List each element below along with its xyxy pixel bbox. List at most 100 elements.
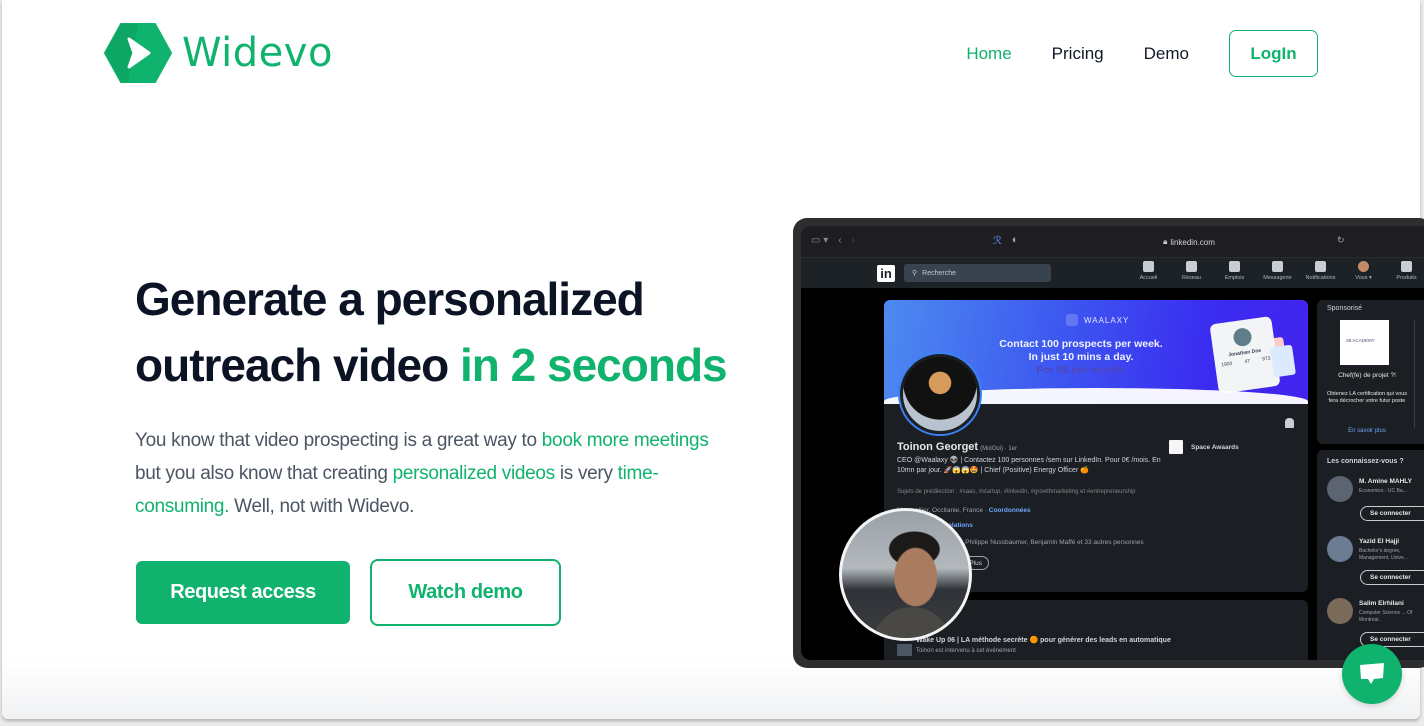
video-person	[872, 607, 952, 638]
main-nav: Home Pricing Demo LogIn	[966, 30, 1318, 77]
logo[interactable]: Widevo	[104, 22, 333, 84]
sponsored-title: Sponsorisé	[1327, 305, 1363, 312]
person-name: Salim Elrhilani	[1359, 600, 1404, 607]
home-icon	[1143, 261, 1154, 272]
li-nav-label: Produits	[1396, 275, 1417, 281]
activity-title: Wake Up 06 | LA méthode secrète 🟠 pour g…	[916, 637, 1171, 644]
li-nav-notifications: Notifications	[1299, 261, 1342, 281]
divider	[1414, 320, 1415, 428]
li-nav-products: Produits	[1385, 261, 1424, 281]
li-nav-me: Vous ▾	[1342, 261, 1385, 281]
search-placeholder: Recherche	[922, 269, 956, 277]
address-bar: 🔒︎ linkedin.com	[1031, 232, 1347, 252]
banner-stat: 973	[1261, 355, 1271, 363]
banner-profile-card: Jonathan Doe 1900 47 973	[1209, 316, 1281, 394]
organization-name: Space Awaards	[1191, 443, 1239, 451]
hero-description: You know that video prospecting is a gre…	[135, 424, 735, 523]
li-nav-label: Notifications	[1305, 275, 1336, 281]
desc-text: Well, not with Widevo.	[229, 496, 415, 517]
banner-avatar	[1232, 327, 1253, 348]
person-name: Yazid El Hajji	[1359, 538, 1400, 545]
hero-title-accent: in 2 seconds	[459, 339, 728, 391]
person-avatar	[1327, 476, 1353, 502]
connect-button: Se connecter	[1360, 506, 1424, 521]
extension-icon: ℛ	[993, 235, 1002, 247]
activity-subtitle: Toinon est intervenu à cet événement	[916, 648, 1016, 654]
url-text: linkedin.com	[1170, 237, 1215, 247]
profile-avatar	[900, 354, 980, 434]
profile-name-text: Toinon Georget	[897, 441, 979, 453]
watch-demo-button[interactable]: Watch demo	[370, 559, 561, 626]
banner-decoration	[1270, 344, 1296, 378]
connect-button: Se connecter	[1360, 570, 1424, 585]
contact-info-link: Coordonnées	[988, 507, 1031, 514]
li-nav-jobs: Emplois	[1213, 261, 1256, 281]
li-nav-network: Réseau	[1170, 261, 1213, 281]
chat-icon	[1360, 663, 1384, 684]
profile-headline: CEO @Waalaxy 👽 | Contactez 100 personnes…	[897, 457, 1161, 474]
desc-highlight-personalized-videos: personalized videos	[392, 463, 556, 484]
li-nav-label: Réseau	[1182, 275, 1201, 281]
li-nav-label: Vous ▾	[1355, 275, 1372, 281]
login-button[interactable]: LogIn	[1229, 30, 1318, 77]
person-avatar	[1327, 536, 1353, 562]
lock-icon: 🔒︎	[1163, 237, 1168, 246]
sponsored-ad-image: 2B ACADEMY	[1340, 320, 1389, 365]
li-nav-label: Emplois	[1224, 275, 1245, 281]
sidebar-toggle-icon: ▭ ▾	[811, 235, 829, 246]
bell-icon	[1315, 261, 1326, 272]
hero-title-line2: outreach video	[135, 339, 460, 391]
profile-organization: Space Awaards	[1169, 440, 1239, 454]
brand-name: Widevo	[182, 30, 333, 76]
banner-brand: WAALAXY	[1066, 314, 1129, 326]
person-desc: Bachelor's degree, Management, Unive...	[1359, 548, 1408, 561]
person-desc: Economics - UC Ba...	[1359, 488, 1407, 494]
li-nav-label: Messagerie	[1263, 275, 1292, 281]
banner-stat: 1900	[1220, 360, 1233, 369]
sponsored-headline: Chef(fe) de projet ?!	[1338, 372, 1396, 379]
ad-brand: 2B ACADEMY	[1346, 338, 1375, 343]
video-bubble	[839, 508, 972, 641]
grid-icon	[1401, 261, 1412, 272]
organization-logo	[1169, 440, 1183, 454]
request-access-button[interactable]: Request access	[136, 561, 350, 624]
linkedin-search: ⚲ Recherche	[904, 264, 1051, 282]
nav-home[interactable]: Home	[966, 44, 1011, 64]
person-desc: Computer Science ... Of Montreal.	[1359, 610, 1413, 623]
avatar-icon	[1358, 261, 1369, 272]
hero-title: Generate a personalized outreach video i…	[135, 266, 775, 398]
banner-stat: 47	[1244, 358, 1251, 366]
sponsored-desc: Obtenez LA certification qui vous fera d…	[1326, 391, 1408, 404]
hero-title-line1: Generate a personalized	[135, 273, 645, 325]
chat-widget-button[interactable]	[1342, 644, 1402, 704]
alien-icon	[1066, 314, 1078, 326]
briefcase-icon	[1229, 261, 1240, 272]
nav-pricing[interactable]: Pricing	[1052, 44, 1104, 64]
linkedin-logo: in	[877, 265, 895, 282]
banner-brand-text: WAALAXY	[1084, 315, 1130, 325]
bottom-fade	[2, 659, 1420, 719]
event-thumbnail	[897, 644, 912, 656]
desc-highlight-book-meetings: book more meetings	[541, 430, 709, 451]
sponsored-link: En savoir plus	[1348, 428, 1386, 434]
bell-icon	[1285, 418, 1294, 428]
logo-mark-icon	[104, 23, 172, 83]
li-nav-messaging: Messagerie	[1256, 261, 1299, 281]
li-nav-home: Accueil	[1127, 261, 1170, 281]
forward-icon: ›	[851, 235, 855, 246]
message-icon	[1272, 261, 1283, 272]
profile-topics: Sujets de prédilection : #saas, #startup…	[897, 489, 1136, 495]
sponsored-card: Sponsorisé 2B ACADEMY Chef(fe) de projet…	[1317, 300, 1424, 444]
li-nav-label: Accueil	[1139, 275, 1158, 281]
person-name: M. Amine MAHLY	[1359, 478, 1412, 485]
profile-meta: (MoiOui) · 1er	[980, 446, 1018, 452]
profile-name: Toinon Georget (MoiOui) · 1er	[897, 441, 1017, 453]
nav-demo[interactable]: Demo	[1144, 44, 1189, 64]
browser-toolbar: ▭ ▾ ‹ › ℛ ◐ 🔒︎ linkedin.com ↻	[801, 226, 1424, 258]
desc-text: is very	[554, 463, 618, 484]
pymk-title: Les connaissez-vous ?	[1327, 458, 1404, 465]
linkedin-navbar: in ⚲ Recherche Accueil Réseau Emplois Me…	[801, 258, 1424, 288]
shield-icon: ◐	[1011, 234, 1019, 246]
person-avatar	[1327, 598, 1353, 624]
desc-text: You know that video prospecting is a gre…	[135, 430, 542, 451]
